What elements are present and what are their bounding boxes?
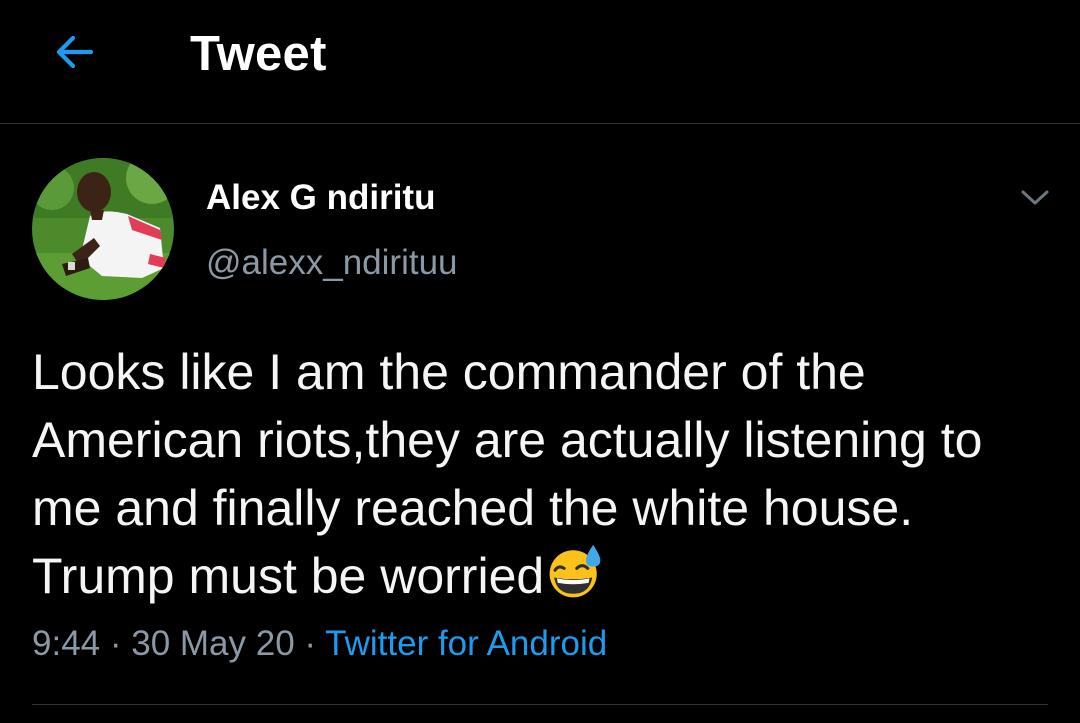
top-app-bar: Tweet bbox=[0, 0, 1080, 124]
author-name[interactable]: Alex G ndiritu bbox=[206, 178, 435, 218]
meta-separator: · bbox=[100, 624, 132, 663]
tweet-text: Looks like I am the commander of the Ame… bbox=[32, 338, 1062, 610]
avatar[interactable] bbox=[32, 158, 174, 300]
chevron-down-icon bbox=[1021, 190, 1049, 205]
tweet-date: 30 May 20 bbox=[131, 624, 295, 663]
tweet-time: 9:44 bbox=[32, 624, 101, 663]
tweet-meta: 9:44 · 30 May 20 · Twitter for Android bbox=[32, 624, 607, 664]
tweet-source-link[interactable]: Twitter for Android bbox=[325, 624, 607, 663]
arrow-left-icon bbox=[56, 35, 94, 69]
back-button[interactable] bbox=[44, 26, 104, 78]
profile-photo bbox=[32, 158, 174, 300]
divider bbox=[32, 704, 1048, 705]
page-title: Tweet bbox=[190, 27, 327, 81]
author-handle[interactable]: @alexx_ndirituu bbox=[206, 243, 458, 283]
tweet-body: Looks like I am the commander of the Ame… bbox=[32, 344, 983, 604]
tweet-menu-button[interactable] bbox=[1012, 180, 1058, 216]
meta-separator: · bbox=[294, 624, 326, 663]
grinning-face-with-sweat-emoji bbox=[549, 544, 601, 598]
